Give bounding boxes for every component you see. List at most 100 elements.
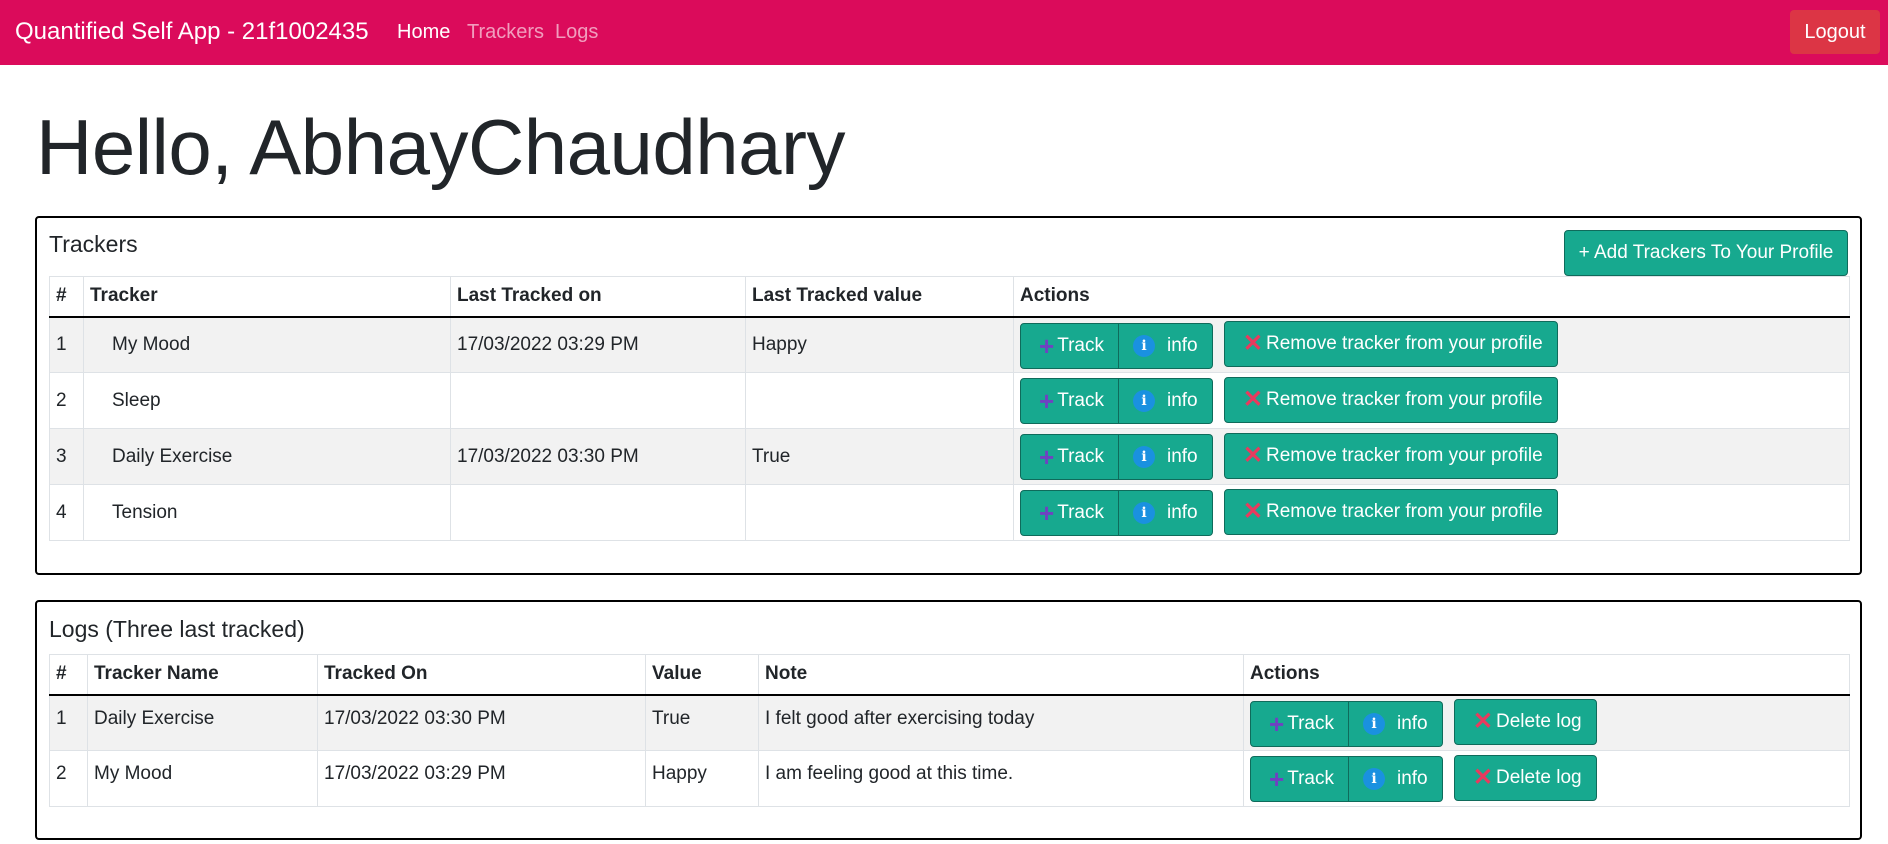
value-cell: True	[645, 694, 759, 751]
col-header-actions: Actions	[1243, 654, 1850, 696]
delete-label: Delete log	[1496, 766, 1582, 788]
actions-cell: + Track i info ✕ Delete log	[1243, 750, 1850, 807]
trackers-header-row: # Tracker Last Tracked on Last Tracked v…	[49, 276, 1850, 318]
table-row: 4 Tension + Track i info ✕ Remove tracker f…	[49, 484, 1850, 541]
table-row: 2 Sleep + Track i info ✕ Remove tracker fro…	[49, 372, 1850, 429]
col-header-tracker-name: Tracker Name	[87, 654, 318, 696]
info-label: info	[1396, 768, 1428, 790]
col-header-actions: Actions	[1013, 276, 1850, 318]
col-header-note: Note	[758, 654, 1244, 696]
app-brand[interactable]: Quantified Self App - 21f1002435	[15, 18, 369, 46]
col-header-num: #	[49, 654, 88, 696]
track-button[interactable]: + Track	[1020, 322, 1119, 369]
actions-cell: + Track i info ✕ Remove tracker from your p…	[1013, 372, 1850, 429]
logout-button[interactable]: Logout	[1790, 10, 1880, 54]
tracker-name-cell: Tension	[83, 484, 451, 541]
nav-logs-link[interactable]: Logs	[555, 21, 598, 44]
nav-trackers-link[interactable]: Trackers	[467, 21, 544, 44]
info-circle-icon: i	[1362, 768, 1385, 791]
actions-cell: + Track i info ✕ Remove tracker from your p…	[1013, 484, 1850, 541]
info-button[interactable]: i info	[1348, 700, 1443, 747]
last-tracked-on-cell	[450, 484, 746, 541]
info-button[interactable]: i info	[1118, 490, 1213, 537]
value-cell: Happy	[645, 750, 759, 807]
x-icon: ✕	[1242, 329, 1264, 357]
add-trackers-button[interactable]: + Add Trackers To Your Profile	[1564, 230, 1848, 276]
remove-tracker-button[interactable]: ✕ Remove tracker from your profile	[1223, 488, 1558, 535]
track-label: Track	[1057, 334, 1104, 356]
trackers-table: # Tracker Last Tracked on Last Tracked v…	[49, 276, 1850, 541]
row-num: 2	[49, 372, 84, 429]
logs-header-row: # Tracker Name Tracked On Value Note Act…	[49, 654, 1850, 696]
track-info-group: + Track i info	[1020, 378, 1213, 425]
remove-tracker-button[interactable]: ✕ Remove tracker from your profile	[1223, 376, 1558, 423]
info-button[interactable]: i info	[1118, 378, 1213, 425]
plus-icon: +	[1039, 498, 1055, 529]
table-row: 2 My Mood 17/03/2022 03:29 PM Happy I am…	[49, 750, 1850, 807]
greeting-heading: Hello, AbhayChaudhary	[36, 103, 846, 191]
navbar: Quantified Self App - 21f1002435 Home Tr…	[0, 0, 1888, 65]
remove-tracker-button[interactable]: ✕ Remove tracker from your profile	[1223, 320, 1558, 367]
info-circle-icon: i	[1132, 334, 1155, 357]
track-button[interactable]: + Track	[1250, 756, 1349, 803]
track-info-group: + Track i info	[1250, 700, 1443, 747]
track-label: Track	[1287, 712, 1334, 734]
col-header-last-tracked-value: Last Tracked value	[745, 276, 1014, 318]
info-circle-icon: i	[1132, 390, 1155, 413]
last-tracked-value-cell	[745, 372, 1014, 429]
remove-label: Remove tracker from your profile	[1266, 332, 1543, 354]
x-icon: ✕	[1472, 707, 1494, 735]
plus-icon: +	[1269, 764, 1285, 795]
x-icon: ✕	[1472, 763, 1494, 791]
nav-home-link[interactable]: Home	[397, 21, 450, 44]
remove-tracker-button[interactable]: ✕ Remove tracker from your profile	[1223, 432, 1558, 479]
remove-label: Remove tracker from your profile	[1266, 444, 1543, 466]
actions-cell: + Track i info ✕ Delete log	[1243, 694, 1850, 751]
x-icon: ✕	[1242, 441, 1264, 469]
delete-label: Delete log	[1496, 710, 1582, 732]
remove-label: Remove tracker from your profile	[1266, 500, 1543, 522]
delete-log-button[interactable]: ✕ Delete log	[1453, 754, 1597, 801]
row-num: 3	[49, 428, 84, 485]
track-label: Track	[1287, 768, 1334, 790]
track-info-group: + Track i info	[1250, 756, 1443, 803]
track-info-group: + Track i info	[1020, 434, 1213, 481]
row-num: 1	[49, 694, 88, 751]
track-info-group: + Track i info	[1020, 490, 1213, 537]
col-header-value: Value	[645, 654, 759, 696]
track-button[interactable]: + Track	[1250, 700, 1349, 747]
row-num: 4	[49, 484, 84, 541]
track-label: Track	[1057, 502, 1104, 524]
info-label: info	[1166, 334, 1198, 356]
actions-cell: + Track i info ✕ Remove tracker from your p…	[1013, 428, 1850, 485]
tracked-on-cell: 17/03/2022 03:29 PM	[317, 750, 646, 807]
tracker-name: Sleep	[112, 389, 161, 411]
info-button[interactable]: i info	[1348, 756, 1443, 803]
col-header-last-tracked-on: Last Tracked on	[450, 276, 746, 318]
plus-icon: +	[1039, 442, 1055, 473]
track-button[interactable]: + Track	[1020, 490, 1119, 537]
logs-card: Logs (Three last tracked) # Tracker Name…	[35, 600, 1862, 840]
track-button[interactable]: + Track	[1020, 434, 1119, 481]
track-button[interactable]: + Track	[1020, 378, 1119, 425]
info-label: info	[1396, 712, 1428, 734]
logs-card-title: Logs (Three last tracked)	[49, 616, 305, 642]
tracked-on-cell: 17/03/2022 03:30 PM	[317, 694, 646, 751]
plus-icon: +	[1039, 386, 1055, 417]
info-button[interactable]: i info	[1118, 322, 1213, 369]
info-circle-icon: i	[1132, 446, 1155, 469]
tracker-name: Tension	[112, 501, 178, 523]
table-row: 3 Daily Exercise 17/03/2022 03:30 PM Tru…	[49, 428, 1850, 485]
last-tracked-on-cell: 17/03/2022 03:29 PM	[450, 316, 746, 373]
col-header-num: #	[49, 276, 84, 318]
note-cell: I felt good after exercising today	[758, 694, 1244, 751]
tracker-name-cell: Daily Exercise	[83, 428, 451, 485]
last-tracked-on-cell: 17/03/2022 03:30 PM	[450, 428, 746, 485]
plus-icon: +	[1039, 330, 1055, 361]
table-row: 1 Daily Exercise 17/03/2022 03:30 PM Tru…	[49, 694, 1850, 751]
row-num: 2	[49, 750, 88, 807]
info-button[interactable]: i info	[1118, 434, 1213, 481]
delete-log-button[interactable]: ✕ Delete log	[1453, 698, 1597, 745]
track-label: Track	[1057, 446, 1104, 468]
tracker-name-cell: Sleep	[83, 372, 451, 429]
